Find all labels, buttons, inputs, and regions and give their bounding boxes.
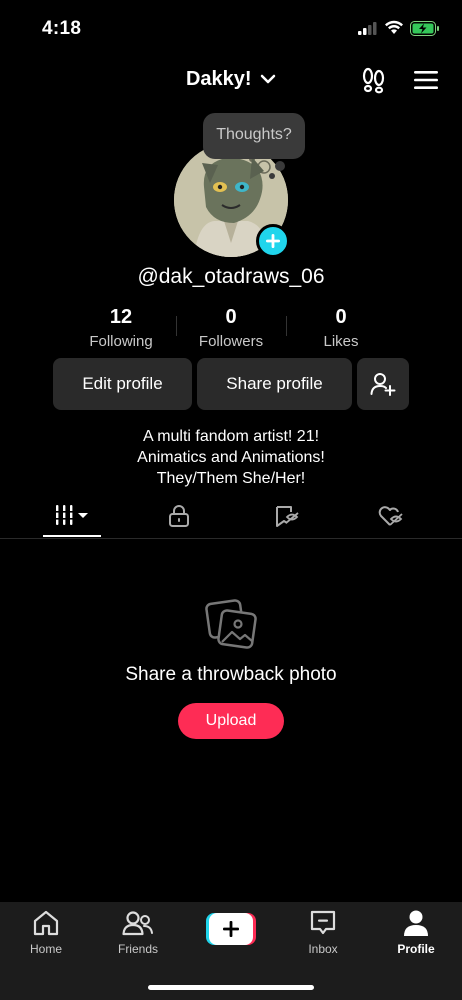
wifi-icon <box>385 20 403 34</box>
menu-icon[interactable] <box>414 70 438 90</box>
status-time: 4:18 <box>42 18 82 39</box>
chevron-down-icon <box>260 75 276 84</box>
share-profile-button[interactable]: Share profile <box>197 358 352 410</box>
bubble-tail <box>275 161 285 171</box>
bio-line: Animatics and Animations! <box>137 449 325 466</box>
profile-stats: 12 Following 0 Followers 0 Likes <box>66 306 396 352</box>
profile-tabs <box>0 495 462 539</box>
add-user-icon <box>370 373 396 396</box>
plus-icon <box>266 234 280 248</box>
tab-videos[interactable] <box>43 495 101 537</box>
footprints-icon[interactable] <box>360 66 388 94</box>
stat-likes-value: 0 <box>335 306 347 328</box>
thoughts-bubble-text: Thoughts? <box>216 126 292 143</box>
nav-home-label: Home <box>29 942 62 956</box>
plus-icon <box>223 921 239 937</box>
videos-grid-icon <box>54 505 88 525</box>
home-indicator <box>148 985 314 990</box>
tab-favorites[interactable] <box>258 495 316 537</box>
liked-icon <box>378 506 403 526</box>
stat-followers-label: Followers <box>198 333 264 350</box>
battery-charging-icon <box>410 21 439 36</box>
status-bar: 4:18 <box>0 0 462 56</box>
nav-profile[interactable]: Profile <box>376 908 456 956</box>
nav-profile-label: Profile <box>397 942 435 956</box>
favorites-icon <box>276 506 299 527</box>
empty-state-title: Share a throwback photo <box>125 664 337 685</box>
inbox-icon <box>310 910 336 935</box>
stat-likes-label: Likes <box>323 333 359 350</box>
tab-liked[interactable] <box>362 495 420 537</box>
add-story-button[interactable] <box>256 224 290 258</box>
stat-following-value: 12 <box>109 306 133 328</box>
signal-icon <box>358 22 377 35</box>
nav-home[interactable]: Home <box>6 908 86 956</box>
profile-header: Dakky! <box>0 62 462 102</box>
username: @dak_otadraws_06 <box>137 265 325 288</box>
photos-icon <box>205 599 257 649</box>
bio: A multi fandom artist! 21! Animatics and… <box>0 426 462 489</box>
nav-inbox-label: Inbox <box>308 942 338 956</box>
stat-followers-value: 0 <box>225 306 237 328</box>
upload-button[interactable]: Upload <box>178 703 284 739</box>
bubble-tail-small <box>269 173 275 179</box>
nav-friends[interactable]: Friends <box>98 908 178 956</box>
stat-followers[interactable]: 0 Followers <box>176 306 286 352</box>
header-title: Dakky! <box>185 68 252 90</box>
stat-following[interactable]: 12 Following <box>66 306 176 352</box>
nav-inbox[interactable]: Inbox <box>283 908 363 956</box>
edit-profile-button[interactable]: Edit profile <box>53 358 192 410</box>
bio-line: A multi fandom artist! 21! <box>142 428 320 445</box>
profile-icon <box>404 910 428 936</box>
friends-icon <box>122 911 153 936</box>
home-icon <box>33 910 59 936</box>
nav-friends-label: Friends <box>117 942 158 956</box>
stat-likes[interactable]: 0 Likes <box>286 306 396 352</box>
bio-line: They/Them She/Her! <box>156 470 306 487</box>
account-switcher[interactable]: Dakky! <box>0 68 462 91</box>
add-friend-button[interactable] <box>357 358 409 410</box>
tab-private[interactable] <box>150 495 208 537</box>
lock-icon <box>169 505 189 527</box>
stat-following-label: Following <box>89 333 153 350</box>
thoughts-bubble[interactable]: Thoughts? <box>203 113 305 179</box>
create-button[interactable] <box>206 913 256 945</box>
